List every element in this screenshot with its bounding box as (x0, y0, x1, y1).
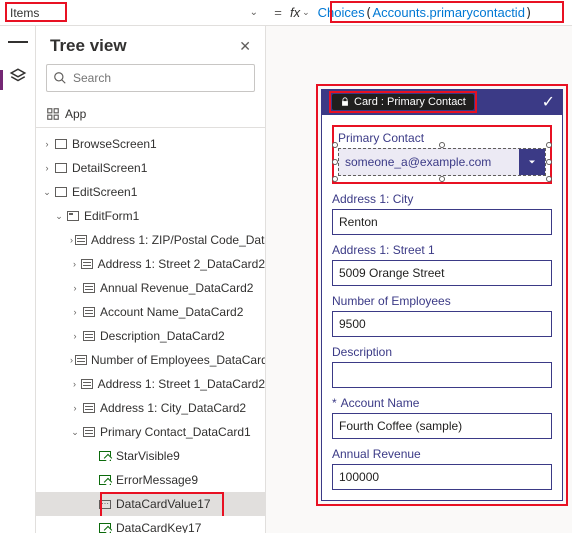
fx-icon: fx (290, 5, 300, 20)
property-dropdown[interactable]: Items ⌄ (0, 1, 266, 25)
tree-view-panel: Tree view ✕ App ›BrowseScreen1 ›DetailSc… (36, 26, 266, 533)
field-label: Address 1: City (332, 192, 552, 206)
highlight-box: Primary Contact (332, 125, 552, 184)
left-rail (0, 26, 36, 533)
revenue-input[interactable] (332, 464, 552, 490)
highlight-box: Card : Primary Contact ✓ Primary Contact (316, 84, 568, 506)
tree-node-control[interactable]: ›StarVisible9 (36, 444, 265, 468)
tree-node-card[interactable]: ›Address 1: City_DataCard2 (36, 396, 265, 420)
tree-node-card[interactable]: ›Address 1: ZIP/Postal Code_DataCard1 (36, 228, 265, 252)
tree-node-control[interactable]: ›DataCardKey17 (36, 516, 265, 533)
account-name-input[interactable] (332, 413, 552, 439)
chevron-down-icon (526, 156, 538, 168)
highlight-box: Card : Primary Contact (329, 91, 477, 113)
app-icon (46, 107, 60, 121)
tree-tabs: App (36, 100, 265, 128)
city-input[interactable] (332, 209, 552, 235)
hamburger-icon[interactable] (8, 32, 28, 52)
field-label: Primary Contact (338, 131, 546, 145)
search-input[interactable] (46, 64, 255, 92)
field-label: *Account Name (332, 396, 552, 410)
highlight-box (5, 2, 67, 22)
search-field[interactable] (73, 71, 248, 85)
tree-node-form[interactable]: ⌄EditForm1 (36, 204, 265, 228)
tree-node-control[interactable]: ›ErrorMessage9 (36, 468, 265, 492)
tree-node-screen[interactable]: ›DetailScreen1 (36, 156, 265, 180)
card-badge[interactable]: Card : Primary Contact (332, 94, 474, 110)
tree-node-card[interactable]: ›Account Name_DataCard2 (36, 300, 265, 324)
search-icon (53, 71, 67, 85)
street1-input[interactable] (332, 260, 552, 286)
tree-node-card[interactable]: ›Address 1: Street 1_DataCard2 (36, 372, 265, 396)
tree-node-card[interactable]: ›Description_DataCard2 (36, 324, 265, 348)
lock-icon (340, 97, 350, 107)
employees-input[interactable] (332, 311, 552, 337)
check-icon[interactable]: ✓ (542, 92, 555, 112)
field-label: Description (332, 345, 552, 359)
app-tab[interactable]: App (46, 107, 86, 121)
active-indicator (0, 70, 3, 90)
panel-title: Tree view (50, 36, 127, 56)
close-icon[interactable]: ✕ (239, 38, 251, 55)
primary-contact-combobox[interactable] (338, 148, 546, 176)
card-header: Card : Primary Contact ✓ (321, 89, 563, 115)
tree-node-card[interactable]: ⌄Primary Contact_DataCard1 (36, 420, 265, 444)
formula-input[interactable]: fx ⌄ Choices(Accounts.primarycontactid) (290, 1, 572, 25)
description-input[interactable] (332, 362, 552, 388)
canvas: Card : Primary Contact ✓ Primary Contact (266, 26, 572, 533)
tree-node-card[interactable]: ›Number of Employees_DataCard2 (36, 348, 265, 372)
tree-body: ›BrowseScreen1 ›DetailScreen1 ⌄EditScree… (36, 128, 265, 533)
tree-node-card[interactable]: ›Address 1: Street 2_DataCard2 (36, 252, 265, 276)
formula-text: Choices(Accounts.primarycontactid) (318, 5, 533, 21)
form-card: Primary Contact (321, 115, 563, 501)
tree-node-card[interactable]: ›Annual Revenue_DataCard2 (36, 276, 265, 300)
equals-sign: = (266, 5, 290, 20)
combobox-input[interactable] (338, 148, 546, 176)
field-label: Number of Employees (332, 294, 552, 308)
chevron-down-icon[interactable]: ⌄ (302, 7, 310, 18)
field-label: Address 1: Street 1 (332, 243, 552, 257)
tree-node-screen[interactable]: ⌄EditScreen1 (36, 180, 265, 204)
tree-node-control-selected[interactable]: ›DataCardValue17 (36, 492, 265, 516)
chevron-down-icon: ⌄ (250, 7, 258, 18)
field-label: Annual Revenue (332, 447, 552, 461)
tree-node-screen[interactable]: ›BrowseScreen1 (36, 132, 265, 156)
combobox-chevron-button[interactable] (519, 149, 545, 175)
tree-view-icon[interactable] (8, 66, 28, 86)
formula-bar: Items ⌄ = fx ⌄ Choices(Accounts.primaryc… (0, 0, 572, 26)
